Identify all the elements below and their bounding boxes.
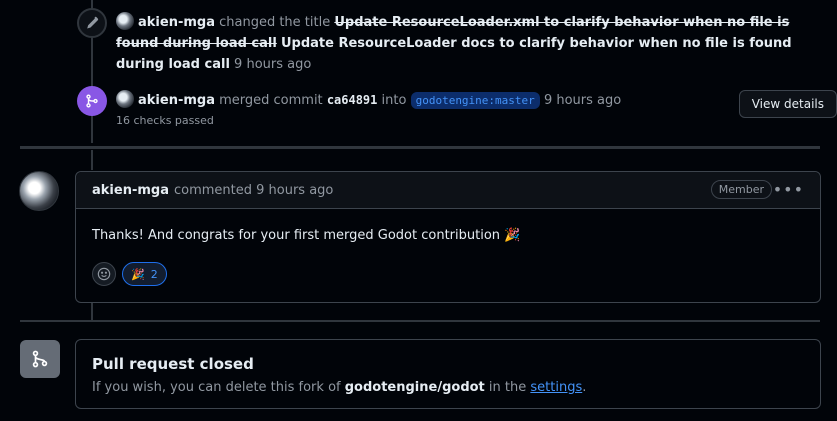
comment-action: commented: [173, 182, 252, 198]
avatar[interactable]: [19, 171, 59, 211]
branch-label[interactable]: godotengine:master: [410, 92, 540, 109]
pr-timeline: akien-mga changed the title Update Resou…: [0, 0, 837, 421]
comment-box: akien-mga commented 9 hours ago Member •…: [75, 171, 821, 303]
timeline-divider: [20, 146, 820, 149]
closed-text-before: If you wish, you can delete this fork of: [92, 380, 341, 395]
reaction-count: 2: [150, 267, 158, 281]
settings-link[interactable]: settings: [530, 380, 582, 395]
git-merge-icon: [77, 86, 107, 116]
closed-title: Pull request closed: [92, 355, 254, 373]
merge-event: akien-mga merged commit ca64891 into god…: [77, 86, 829, 131]
git-pull-request-closed-icon: [20, 340, 60, 378]
avatar[interactable]: [116, 12, 134, 30]
timestamp[interactable]: 9 hours ago: [256, 183, 333, 198]
tada-icon: 🎉: [131, 267, 145, 281]
repo-name: godotengine/godot: [344, 380, 485, 395]
commit-sha-link[interactable]: ca64891: [327, 93, 378, 107]
event-action: merged commit: [219, 93, 323, 108]
checks-status[interactable]: 16 checks passed: [116, 114, 214, 127]
timestamp[interactable]: 9 hours ago: [234, 57, 311, 72]
reactions: 🎉 2: [92, 262, 167, 286]
into-label: into: [381, 93, 407, 108]
pencil-icon: [77, 8, 107, 38]
view-details-button[interactable]: View details: [738, 90, 837, 118]
rename-event: akien-mga changed the title Update Resou…: [77, 8, 829, 72]
merge-text: akien-mga merged commit ca64891 into god…: [116, 90, 829, 111]
author-link[interactable]: akien-mga: [138, 93, 215, 108]
tada-reaction-button[interactable]: 🎉 2: [122, 262, 167, 286]
timeline-line: [91, 150, 93, 170]
event-action: changed the title: [219, 15, 331, 30]
closed-text-mid: in the: [488, 380, 527, 395]
pr-closed-box: Pull request closed If you wish, you can…: [75, 339, 821, 409]
author-link[interactable]: akien-mga: [138, 15, 215, 30]
timeline-divider: [20, 320, 820, 322]
closed-text-end: .: [582, 380, 587, 395]
kebab-menu-icon[interactable]: •••: [773, 180, 804, 199]
comment-body: Thanks! And congrats for your first merg…: [92, 228, 521, 243]
avatar[interactable]: [116, 90, 134, 108]
timeline-line: [91, 303, 93, 321]
closed-text: If you wish, you can delete this fork of…: [92, 380, 586, 395]
member-badge: Member: [710, 180, 772, 199]
timestamp[interactable]: 9 hours ago: [544, 93, 621, 108]
add-reaction-button[interactable]: [92, 262, 116, 286]
smiley-icon: [97, 267, 111, 281]
comment-header: akien-mga commented 9 hours ago Member •…: [76, 172, 820, 209]
rename-text: akien-mga changed the title Update Resou…: [116, 12, 829, 75]
author-link[interactable]: akien-mga: [92, 183, 169, 198]
